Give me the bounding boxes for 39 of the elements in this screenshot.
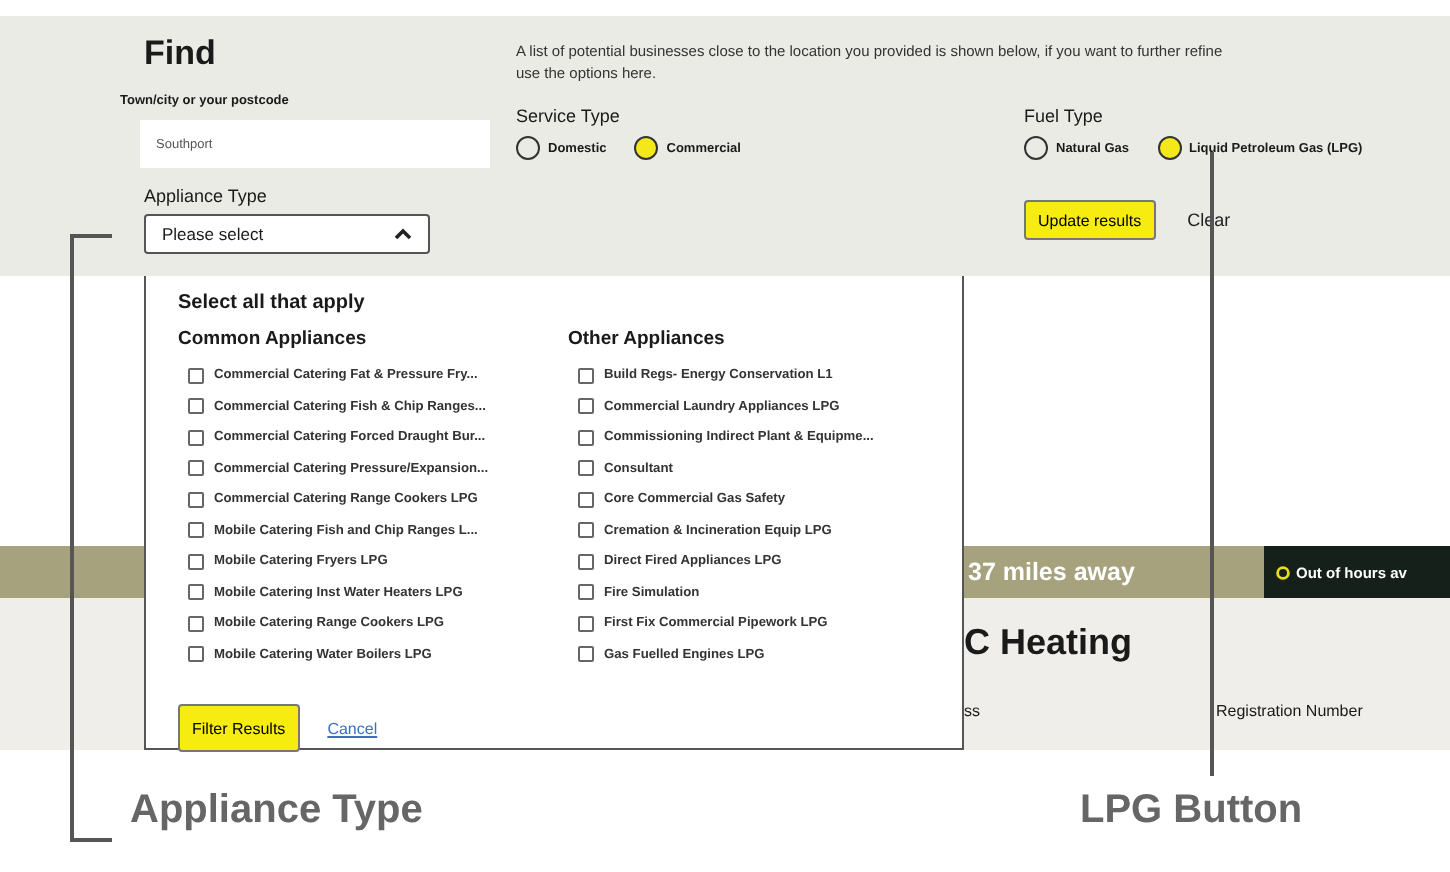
checkbox[interactable]	[188, 460, 204, 477]
checkbox[interactable]	[188, 429, 204, 446]
chevron-icon	[394, 228, 412, 240]
annotation-label: LPG Button	[1080, 788, 1305, 834]
group-label: Fuel Type	[1024, 106, 1105, 126]
update-results-button[interactable]: Update results	[1024, 200, 1156, 240]
checkbox[interactable]	[188, 584, 204, 601]
field-label: ss	[964, 702, 982, 720]
field-label: Registration Number	[1216, 702, 1365, 720]
checkbox[interactable]	[188, 491, 204, 508]
clock-icon	[1276, 565, 1290, 579]
checkbox[interactable]	[578, 460, 594, 477]
appliance-type-label: Appliance Type	[144, 186, 269, 206]
checkbox[interactable]	[578, 522, 594, 539]
group-heading: Common Appliances	[178, 328, 369, 350]
checkbox[interactable]	[188, 367, 204, 384]
checkbox[interactable]	[578, 615, 594, 632]
dropdown-heading: Select all that apply	[178, 292, 367, 314]
checkbox[interactable]	[188, 615, 204, 632]
checkbox[interactable]	[188, 553, 204, 570]
group-heading: Other Appliances	[568, 328, 727, 350]
checkbox[interactable]	[578, 646, 594, 663]
annotation-label: Appliance Type	[130, 788, 425, 834]
filter-results-button[interactable]: Filter Results	[178, 704, 300, 752]
business-name: C Heating	[964, 622, 1135, 664]
find-heading: Find	[144, 34, 218, 76]
appliance-select[interactable]: Please select	[144, 214, 430, 254]
checkbox[interactable]	[188, 398, 204, 415]
checkbox[interactable]	[578, 584, 594, 601]
checkbox[interactable]	[578, 398, 594, 415]
checkbox[interactable]	[578, 491, 594, 508]
cancel-link[interactable]: Cancel	[327, 719, 378, 737]
checkbox[interactable]	[578, 553, 594, 570]
checkbox[interactable]	[578, 367, 594, 384]
checkbox[interactable]	[188, 522, 204, 539]
group-label: Service Type	[516, 106, 622, 126]
distance-text: 37 miles away	[968, 558, 1137, 586]
checkbox[interactable]	[578, 429, 594, 446]
checkbox[interactable]	[188, 646, 204, 663]
